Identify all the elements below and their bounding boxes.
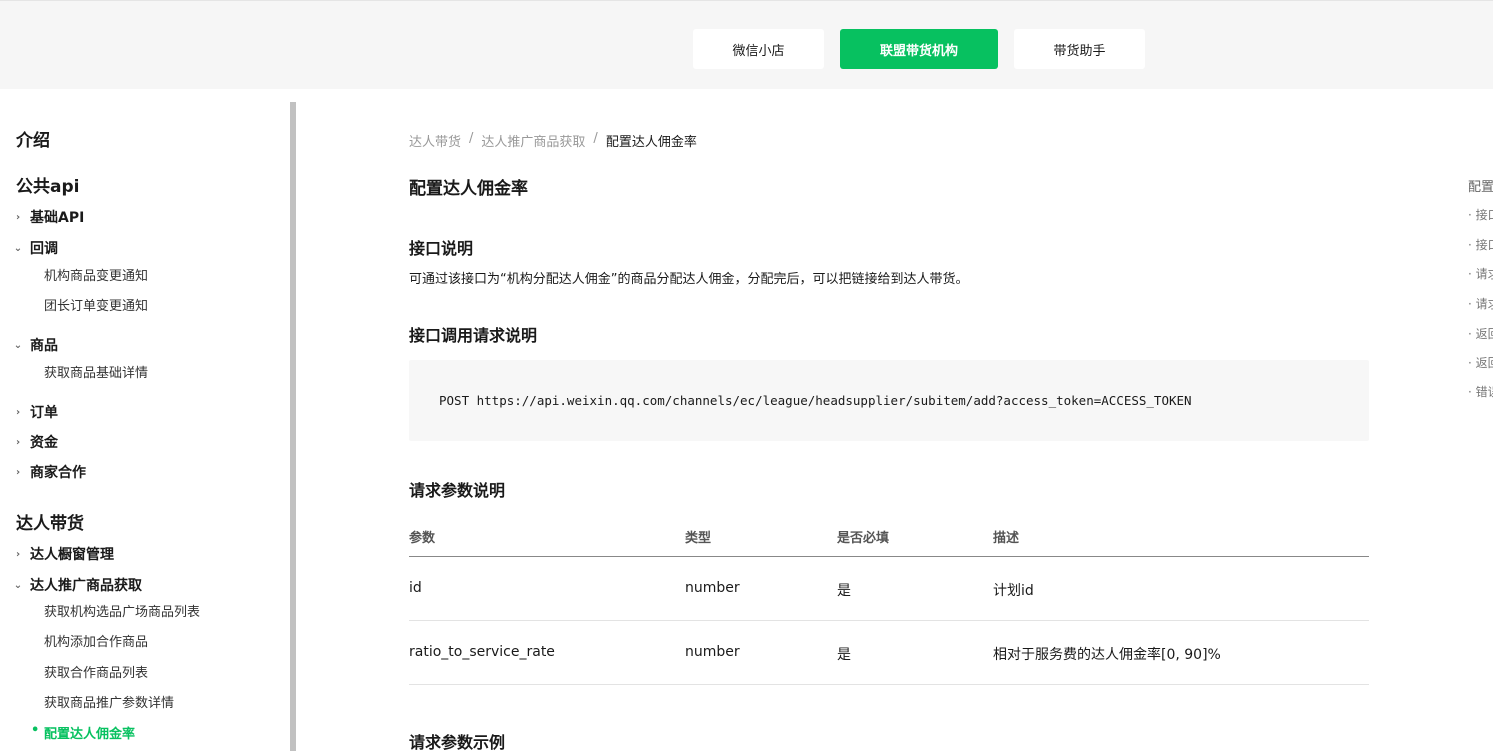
table-cell: 是 xyxy=(837,647,851,663)
product-tabs: 微信小店 联盟带货机构 带货助手 xyxy=(693,29,1145,69)
api-description: 可通过该接口为“机构分配达人佣金”的商品分配达人佣金，分配完后，可以把链接给到达… xyxy=(409,272,969,287)
code-block: POST https://api.weixin.qq.com/channels/… xyxy=(409,360,1369,441)
table-cell: id xyxy=(409,580,422,596)
sidebar-goods[interactable]: ⌄ 商品 xyxy=(12,335,58,355)
sidebar-item-goods-detail[interactable]: 获取商品基础详情 xyxy=(44,362,148,381)
tab-sales-assistant[interactable]: 带货助手 xyxy=(1014,29,1145,69)
sidebar-basic-api[interactable]: › 基础API xyxy=(12,207,84,227)
top-navigation-bar: 微信小店 联盟带货机构 带货助手 xyxy=(0,0,1493,89)
table-of-contents: 配置 · 接口 · 接口 · 请求 · 请求 · 返回 · 返回 · 错误 xyxy=(1468,176,1493,406)
sidebar-item-add-coop-goods[interactable]: 机构添加合作商品 xyxy=(44,631,148,650)
sidebar-item-org-goods-change[interactable]: 机构商品变更通知 xyxy=(44,265,148,284)
sidebar: 介绍 公共api › 基础API ⌄ 回调 机构商品变更通知 团长订单变更通知 … xyxy=(0,89,290,751)
sidebar-goods-label: 商品 xyxy=(30,338,58,354)
breadcrumb-item[interactable]: 达人推广商品获取 xyxy=(481,131,585,150)
section-title-params: 请求参数说明 xyxy=(409,481,506,500)
column-header: 类型 xyxy=(685,531,712,546)
sidebar-merchant-coop-label: 商家合作 xyxy=(30,465,86,481)
sidebar-basic-api-label: 基础API xyxy=(30,210,85,226)
sidebar-funds-label: 资金 xyxy=(30,435,58,451)
sidebar-callback-label: 回调 xyxy=(30,241,58,257)
sidebar-callback[interactable]: ⌄ 回调 xyxy=(12,238,58,258)
table-header: 参数 类型 是否必填 描述 xyxy=(409,512,1369,557)
tab-league-agency[interactable]: 联盟带货机构 xyxy=(840,29,998,69)
sidebar-order[interactable]: › 订单 xyxy=(12,402,58,422)
params-table: 参数 类型 是否必填 描述 id number 是 计划id ratio_to_… xyxy=(409,512,1369,685)
toc-item[interactable]: · 接口 xyxy=(1468,206,1493,223)
tab-weixin-shop[interactable]: 微信小店 xyxy=(693,29,824,69)
sidebar-item-leader-order-change[interactable]: 团长订单变更通知 xyxy=(44,295,148,314)
sidebar-item-coop-goods-list[interactable]: 获取合作商品列表 xyxy=(44,662,148,681)
sidebar-talent-promo-label: 达人推广商品获取 xyxy=(30,578,142,594)
column-header: 参数 xyxy=(409,531,436,546)
toc-item[interactable]: · 请求 xyxy=(1468,295,1493,312)
sidebar-item-promo-params[interactable]: 获取商品推广参数详情 xyxy=(44,692,174,711)
section-title-request: 接口调用请求说明 xyxy=(409,326,538,345)
table-row: id number 是 计划id xyxy=(409,557,1369,621)
sidebar-funds[interactable]: › 资金 xyxy=(12,432,58,452)
sidebar-talent-promo[interactable]: ⌄ 达人推广商品获取 xyxy=(12,575,142,595)
section-title-example: 请求参数示例 xyxy=(409,733,506,751)
toc-item[interactable]: · 请求 xyxy=(1468,265,1493,282)
section-title-desc: 接口说明 xyxy=(409,239,474,258)
sidebar-public-api[interactable]: 公共api xyxy=(16,172,79,197)
request-url: POST https://api.weixin.qq.com/channels/… xyxy=(439,393,1192,408)
chevron-right-icon: › xyxy=(15,548,21,560)
chevron-right-icon: › xyxy=(15,436,21,448)
sidebar-talent-window[interactable]: › 达人橱窗管理 xyxy=(12,544,114,564)
chevron-right-icon: › xyxy=(15,211,21,223)
chevron-right-icon: › xyxy=(15,466,21,478)
table-cell: ratio_to_service_rate xyxy=(409,644,555,660)
breadcrumb: 达人带货 / 达人推广商品获取 / 配置达人佣金率 xyxy=(409,131,697,150)
chevron-right-icon: › xyxy=(15,406,21,418)
table-cell: number xyxy=(685,644,740,660)
sidebar-item-config-commission[interactable]: 配置达人佣金率 xyxy=(31,723,135,742)
sidebar-order-label: 订单 xyxy=(30,405,58,421)
sidebar-merchant-coop[interactable]: › 商家合作 xyxy=(12,462,86,482)
table-cell: 相对于服务费的达人佣金率[0, 90]% xyxy=(993,647,1221,663)
chevron-down-icon: ⌄ xyxy=(13,579,23,591)
sidebar-item-selection-square[interactable]: 获取机构选品广场商品列表 xyxy=(44,601,200,620)
table-cell: 是 xyxy=(837,583,851,599)
table-row: ratio_to_service_rate number 是 相对于服务费的达人… xyxy=(409,621,1369,685)
table-cell: 计划id xyxy=(993,583,1034,599)
breadcrumb-separator: / xyxy=(469,131,474,146)
breadcrumb-item[interactable]: 达人带货 xyxy=(409,131,461,150)
table-cell: number xyxy=(685,580,740,596)
breadcrumb-separator: / xyxy=(593,131,598,146)
sidebar-scrollbar[interactable] xyxy=(290,102,296,751)
chevron-down-icon: ⌄ xyxy=(13,242,23,254)
toc-item[interactable]: · 返回 xyxy=(1468,325,1493,342)
chevron-down-icon: ⌄ xyxy=(13,339,23,351)
sidebar-talent-window-label: 达人橱窗管理 xyxy=(30,547,114,563)
toc-item[interactable]: · 返回 xyxy=(1468,354,1493,371)
column-header: 描述 xyxy=(993,531,1020,546)
sidebar-talent-sales[interactable]: 达人带货 xyxy=(16,509,84,534)
column-header: 是否必填 xyxy=(837,531,890,546)
breadcrumb-current: 配置达人佣金率 xyxy=(605,135,697,150)
toc-title: 配置 xyxy=(1468,180,1493,195)
toc-item[interactable]: · 接口 xyxy=(1468,236,1493,253)
page-title: 配置达人佣金率 xyxy=(409,179,528,199)
toc-item[interactable]: · 错误 xyxy=(1468,383,1493,400)
sidebar-intro[interactable]: 介绍 xyxy=(16,126,50,151)
